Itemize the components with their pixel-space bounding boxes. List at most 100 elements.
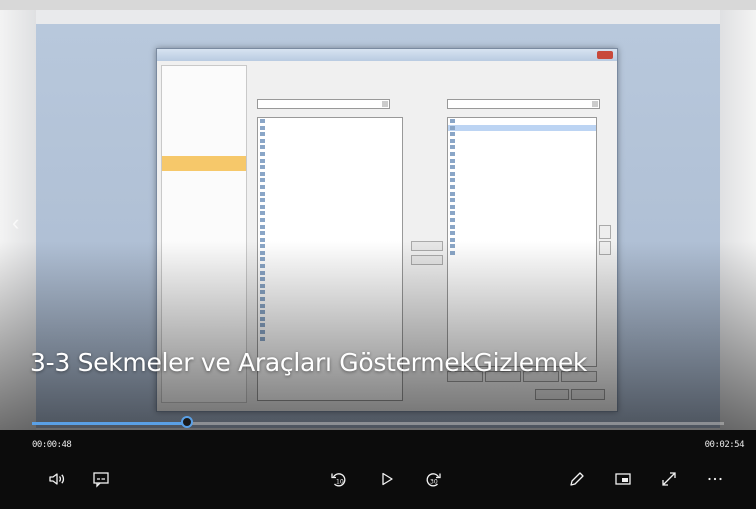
dialog-left-combo bbox=[257, 99, 390, 109]
dialog-right-combo bbox=[447, 99, 600, 109]
dialog-tree-row bbox=[448, 237, 596, 244]
dialog-nav-item bbox=[162, 126, 246, 141]
skip-back-button[interactable]: 10 bbox=[326, 466, 352, 492]
dialog-list-row bbox=[258, 184, 402, 191]
dialog-list-row bbox=[258, 224, 402, 231]
dialog-list-row bbox=[258, 289, 402, 296]
edit-button[interactable] bbox=[564, 466, 590, 492]
mini-view-button[interactable] bbox=[610, 466, 636, 492]
dialog-nav-item bbox=[162, 141, 246, 156]
dialog-list-row bbox=[258, 164, 402, 171]
dialog-list-row bbox=[258, 144, 402, 151]
seek-bar-played bbox=[32, 422, 187, 425]
player-controls-bar: 00:00:48 00:02:54 10 30 bbox=[0, 430, 756, 509]
dialog-list-row bbox=[258, 158, 402, 165]
dialog-list-row bbox=[258, 316, 402, 323]
svg-text:10: 10 bbox=[336, 479, 344, 486]
dialog-list-row bbox=[258, 322, 402, 329]
dialog-add-button bbox=[411, 241, 443, 251]
dialog-tree-row bbox=[448, 184, 596, 191]
dialog-move-up-icon bbox=[599, 225, 611, 239]
dialog-remove-button bbox=[411, 255, 443, 265]
dialog-list-row bbox=[258, 256, 402, 263]
seek-thumb[interactable] bbox=[181, 416, 193, 428]
dialog-nav-item bbox=[162, 201, 246, 216]
dialog-tree-row bbox=[448, 144, 596, 151]
dialog-tree-row bbox=[448, 131, 596, 138]
dialog-tree-row bbox=[448, 171, 596, 178]
dialog-nav-item bbox=[162, 171, 246, 186]
dialog-ok-button bbox=[535, 389, 569, 400]
dialog-list-row bbox=[258, 263, 402, 270]
mini-view-icon bbox=[615, 473, 631, 485]
dialog-list-row bbox=[258, 303, 402, 310]
dialog-nav-item bbox=[162, 186, 246, 201]
volume-icon bbox=[49, 473, 65, 485]
dialog-cancel-button bbox=[571, 389, 605, 400]
dialog-list-row bbox=[258, 329, 402, 336]
dialog-list-row bbox=[258, 217, 402, 224]
dialog-tree-row bbox=[448, 177, 596, 184]
dialog-nav-item bbox=[162, 111, 246, 126]
fullscreen-button[interactable] bbox=[656, 466, 682, 492]
captions-icon bbox=[93, 472, 109, 488]
dialog-right-list bbox=[447, 117, 597, 367]
dialog-list-row bbox=[258, 309, 402, 316]
dialog-tree-row bbox=[448, 158, 596, 165]
more-options-button[interactable] bbox=[702, 466, 728, 492]
dialog-nav-item bbox=[162, 66, 246, 81]
skip-back-10-icon: 10 bbox=[331, 473, 346, 487]
seek-bar[interactable] bbox=[32, 416, 724, 428]
dialog-tree-row bbox=[448, 243, 596, 250]
dialog-nav-item bbox=[162, 96, 246, 111]
dialog-nav-item bbox=[162, 81, 246, 96]
dialog-tree-row bbox=[448, 224, 596, 231]
captions-button[interactable] bbox=[88, 466, 114, 492]
dialog-list-row bbox=[258, 336, 402, 343]
video-title-overlay: 3-3 Sekmeler ve Araçları GöstermekGizlem… bbox=[30, 348, 588, 377]
video-right-margin bbox=[720, 10, 756, 430]
total-time: 00:02:54 bbox=[704, 440, 745, 450]
previous-chevron-icon[interactable]: ‹ bbox=[12, 208, 28, 238]
skip-forward-30-icon: 30 bbox=[426, 473, 441, 487]
dialog-list-row bbox=[258, 197, 402, 204]
dialog-heading bbox=[251, 65, 611, 75]
dialog-list-row bbox=[258, 191, 402, 198]
dialog-tree-row bbox=[448, 138, 596, 145]
dialog-tree-row bbox=[448, 250, 596, 257]
dialog-list-row bbox=[258, 151, 402, 158]
video-frame[interactable]: ‹ 3-3 Sekmeler ve Araçları GöstermekGizl… bbox=[0, 10, 756, 430]
dialog-tree-row bbox=[448, 164, 596, 171]
play-button[interactable] bbox=[374, 466, 400, 492]
skip-forward-button[interactable]: 30 bbox=[420, 466, 446, 492]
dialog-tree-row bbox=[448, 217, 596, 224]
dialog-list-row bbox=[258, 237, 402, 244]
dialog-list-row bbox=[258, 131, 402, 138]
dialog-close-icon bbox=[597, 51, 613, 59]
dialog-list-row bbox=[258, 125, 402, 132]
dialog-tree-row-selected bbox=[448, 124, 596, 132]
dialog-list-row bbox=[258, 204, 402, 211]
dialog-titlebar bbox=[157, 49, 617, 61]
dialog-tree-row bbox=[448, 230, 596, 237]
dialog-tree-row bbox=[448, 118, 596, 125]
fullscreen-icon bbox=[662, 472, 676, 486]
volume-button[interactable] bbox=[44, 466, 70, 492]
dialog-list-row bbox=[258, 138, 402, 145]
dialog-tree-row bbox=[448, 204, 596, 211]
dialog-list-row bbox=[258, 118, 402, 125]
current-time: 00:00:48 bbox=[32, 440, 72, 450]
dialog-list-row bbox=[258, 243, 402, 250]
dialog-move-down-icon bbox=[599, 241, 611, 255]
dialog-list-row bbox=[258, 171, 402, 178]
dialog-list-row bbox=[258, 270, 402, 277]
dialog-tree-row bbox=[448, 197, 596, 204]
dialog-list-row bbox=[258, 250, 402, 257]
window-top-strip bbox=[0, 0, 756, 10]
dialog-list-row bbox=[258, 276, 402, 283]
dialog-list-row bbox=[258, 230, 402, 237]
dialog-list-row bbox=[258, 177, 402, 184]
dialog-tree-row bbox=[448, 151, 596, 158]
play-icon bbox=[382, 472, 393, 486]
dialog-list-row bbox=[258, 296, 402, 303]
